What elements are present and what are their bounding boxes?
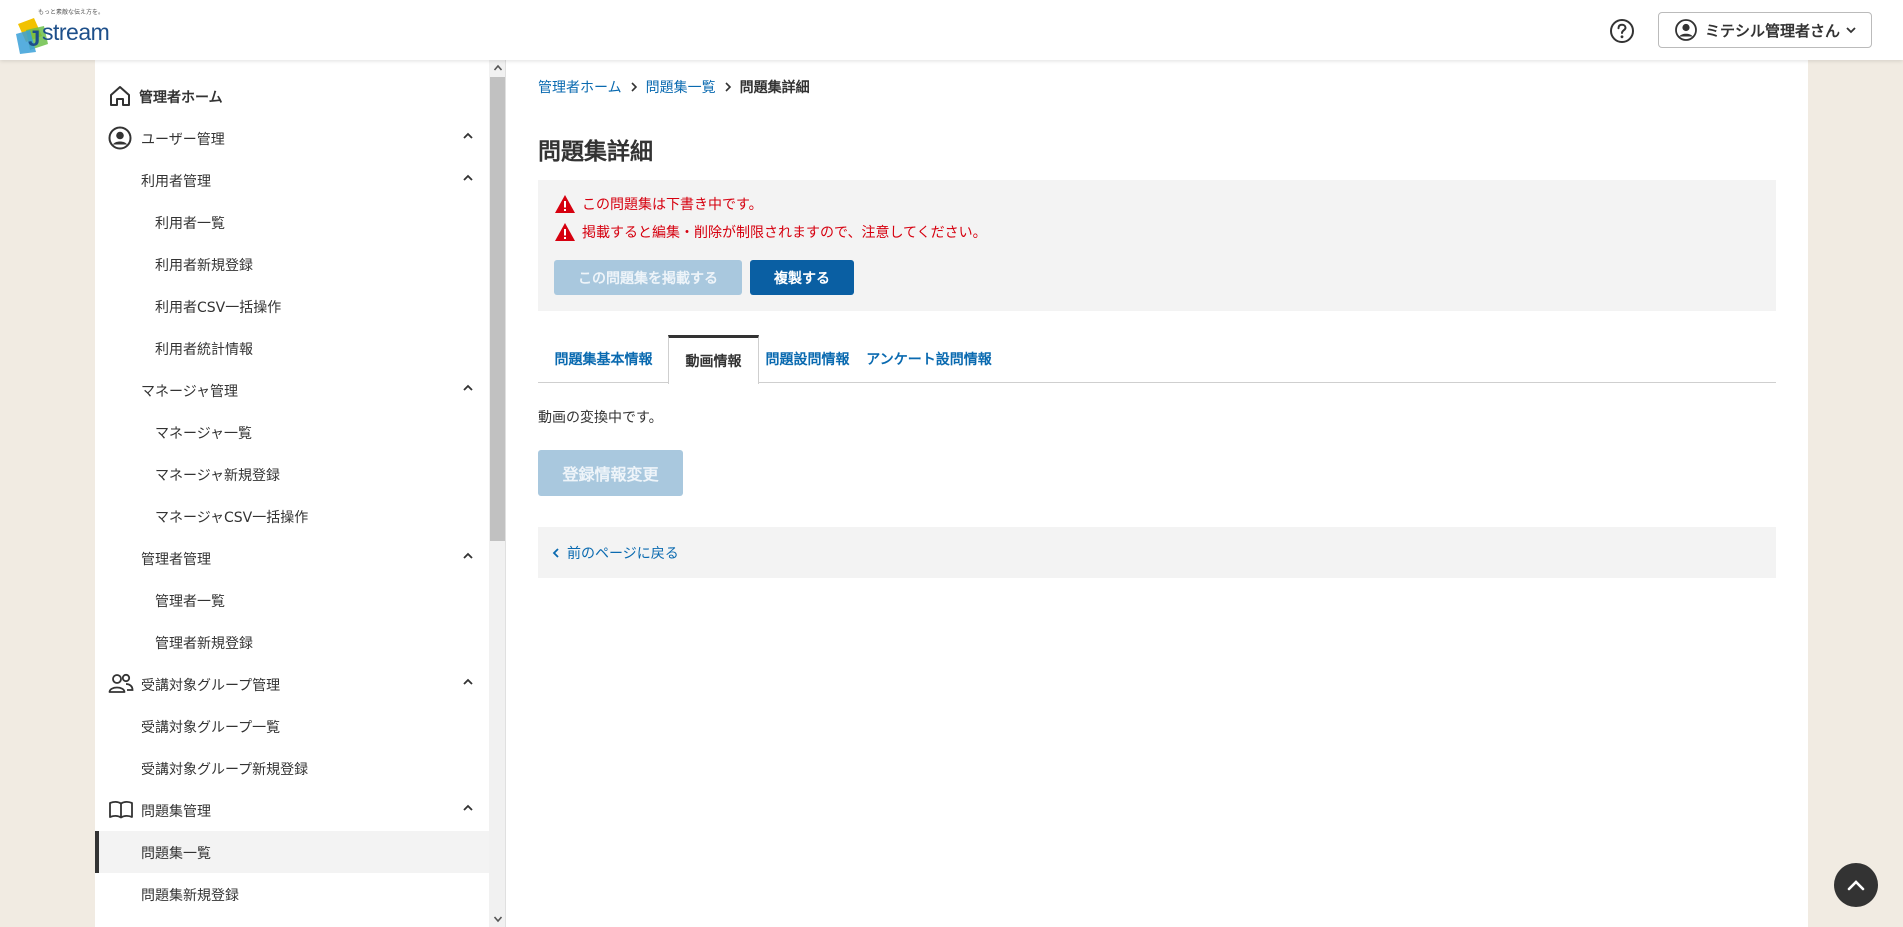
- sidebar-item-user-admin[interactable]: 利用者管理: [95, 159, 489, 201]
- home-icon: [108, 84, 132, 108]
- sidebar-item-user-csv[interactable]: 利用者CSV一括操作: [95, 285, 489, 327]
- chevron-up-icon[interactable]: [462, 677, 474, 687]
- tab-basic-info[interactable]: 問題集基本情報: [538, 335, 669, 383]
- sidebar-item-label: ユーザー管理: [141, 132, 225, 148]
- user-circle-icon: [108, 126, 132, 150]
- sidebar-item-group-management[interactable]: 受講対象グループ管理: [95, 663, 489, 705]
- sidebar-item-group-list[interactable]: 受講対象グループ一覧: [95, 705, 489, 747]
- tab-bar: 問題集基本情報 動画情報 問題設問情報 アンケート設問情報: [538, 335, 1776, 384]
- warning-icon: [554, 194, 576, 214]
- sidebar: 管理者ホーム ユーザー管理 利用者管理 利用者一覧 利用者新規登録 利用者CSV…: [95, 60, 489, 927]
- sidebar-item-label: 管理者管理: [141, 552, 211, 568]
- sidebar-item-user-list[interactable]: 利用者一覧: [95, 201, 489, 243]
- scrollbar-thumb[interactable]: [490, 77, 505, 541]
- warning-icon: [554, 222, 576, 242]
- sidebar-item-workbook-register[interactable]: 問題集新規登録: [95, 873, 489, 915]
- sidebar-item-manager-csv[interactable]: マネージャCSV一括操作: [95, 495, 489, 537]
- svg-text:J: J: [28, 26, 40, 51]
- sidebar-item-label: 受講対象グループ管理: [141, 678, 281, 694]
- alert-text: 掲載すると編集・削除が制限されますので、注意してください。: [582, 225, 987, 241]
- help-icon[interactable]: [1609, 18, 1635, 44]
- sidebar-item-user-management[interactable]: ユーザー管理: [95, 117, 489, 159]
- user-avatar-icon: [1675, 19, 1697, 41]
- sidebar-item-label: マネージャ新規登録: [155, 468, 281, 484]
- chevron-up-icon[interactable]: [462, 551, 474, 561]
- alert-text: この問題集は下書き中です。: [582, 197, 763, 213]
- main-panel: 管理者ホーム 問題集一覧 問題集詳細 問題集詳細 この問題集は下書き中です。 掲…: [538, 60, 1778, 660]
- sidebar-scrollbar[interactable]: [489, 60, 506, 927]
- chevron-up-icon[interactable]: [462, 803, 474, 813]
- sidebar-item-label: 問題集一覧: [141, 846, 211, 862]
- chevron-up-icon: [1847, 880, 1865, 891]
- chevron-up-icon[interactable]: [462, 131, 474, 141]
- breadcrumb-home-link[interactable]: 管理者ホーム: [538, 77, 622, 97]
- jstream-logo[interactable]: もっと素敵な伝え方を。 J stream: [12, 6, 122, 54]
- sidebar-item-workbook-management[interactable]: 問題集管理: [95, 789, 489, 831]
- sidebar-item-admin-register[interactable]: 管理者新規登録: [95, 621, 489, 663]
- sidebar-item-label: 利用者新規登録: [155, 258, 253, 274]
- sidebar-item-manager-list[interactable]: マネージャ一覧: [95, 411, 489, 453]
- sidebar-item-label: 利用者一覧: [155, 216, 225, 232]
- chevron-right-icon: [724, 81, 732, 93]
- sidebar-item-label: 管理者新規登録: [155, 636, 253, 652]
- sidebar-item-manager-register[interactable]: マネージャ新規登録: [95, 453, 489, 495]
- sidebar-item-admin-home[interactable]: 管理者ホーム: [95, 75, 489, 117]
- sidebar-item-label: 利用者CSV一括操作: [155, 300, 282, 316]
- alert-message: 掲載すると編集・削除が制限されますので、注意してください。: [554, 222, 987, 242]
- tab-video-info[interactable]: 動画情報: [668, 335, 759, 384]
- sidebar-item-label: マネージャ管理: [141, 384, 239, 400]
- publish-button[interactable]: この問題集を掲載する: [554, 260, 742, 295]
- back-link[interactable]: 前のページに戻る: [552, 543, 679, 563]
- logo-tagline: もっと素敵な伝え方を。: [38, 9, 105, 16]
- page-title: 問題集詳細: [538, 139, 653, 165]
- scroll-to-top-button[interactable]: [1834, 863, 1878, 907]
- sidebar-item-label: 問題集新規登録: [141, 888, 239, 904]
- sidebar-item-label: 利用者統計情報: [155, 342, 253, 358]
- tab-question-info[interactable]: 問題設問情報: [760, 335, 855, 383]
- sidebar-item-label: 受講対象グループ一覧: [141, 720, 281, 736]
- user-name: ミテシル管理者さん: [1705, 21, 1841, 40]
- sidebar-item-manager-admin[interactable]: マネージャ管理: [95, 369, 489, 411]
- logo-text: stream: [42, 19, 110, 45]
- sidebar-item-admin-admin[interactable]: 管理者管理: [95, 537, 489, 579]
- sidebar-item-label: 受講対象グループ新規登録: [141, 762, 309, 778]
- tab-survey-info[interactable]: アンケート設問情報: [858, 335, 1000, 383]
- chevron-up-icon[interactable]: [462, 173, 474, 183]
- breadcrumb-current: 問題集詳細: [739, 80, 810, 96]
- sidebar-item-user-register[interactable]: 利用者新規登録: [95, 243, 489, 285]
- draft-alert-box: この問題集は下書き中です。 掲載すると編集・削除が制限されますので、注意してくだ…: [538, 180, 1776, 311]
- sidebar-item-group-register[interactable]: 受講対象グループ新規登録: [95, 747, 489, 789]
- back-link-label: 前のページに戻る: [567, 546, 679, 562]
- sidebar-item-admin-list[interactable]: 管理者一覧: [95, 579, 489, 621]
- chevron-left-icon: [552, 547, 560, 559]
- edit-registration-button[interactable]: 登録情報変更: [538, 450, 683, 496]
- alert-message: この問題集は下書き中です。: [554, 194, 763, 214]
- header: もっと素敵な伝え方を。 J stream ミテシル管理者さん: [0, 0, 1903, 60]
- scroll-up-arrow-icon[interactable]: [489, 60, 506, 76]
- users-group-icon: [108, 672, 134, 696]
- user-menu-button[interactable]: ミテシル管理者さん: [1658, 12, 1872, 48]
- scroll-down-arrow-icon[interactable]: [489, 911, 506, 927]
- sidebar-item-label: 問題集管理: [141, 804, 211, 820]
- book-icon: [108, 798, 134, 822]
- chevron-down-icon: [1845, 25, 1857, 35]
- sidebar-item-workbook-list[interactable]: 問題集一覧: [95, 831, 489, 873]
- breadcrumb: 管理者ホーム 問題集一覧 問題集詳細: [538, 77, 810, 97]
- sidebar-item-label: 管理者一覧: [155, 594, 225, 610]
- sidebar-item-label: 管理者ホーム: [139, 90, 223, 106]
- sidebar-item-user-stats[interactable]: 利用者統計情報: [95, 327, 489, 369]
- breadcrumb-list-link[interactable]: 問題集一覧: [646, 77, 716, 97]
- chevron-right-icon: [630, 81, 638, 93]
- sidebar-item-label: マネージャ一覧: [155, 426, 253, 442]
- copy-button[interactable]: 複製する: [750, 260, 854, 295]
- video-status-text: 動画の変換中です。: [538, 410, 663, 426]
- sidebar-item-label: 利用者管理: [141, 174, 211, 190]
- chevron-up-icon[interactable]: [462, 383, 474, 393]
- back-bar: 前のページに戻る: [538, 527, 1776, 578]
- sidebar-item-label: マネージャCSV一括操作: [155, 510, 309, 526]
